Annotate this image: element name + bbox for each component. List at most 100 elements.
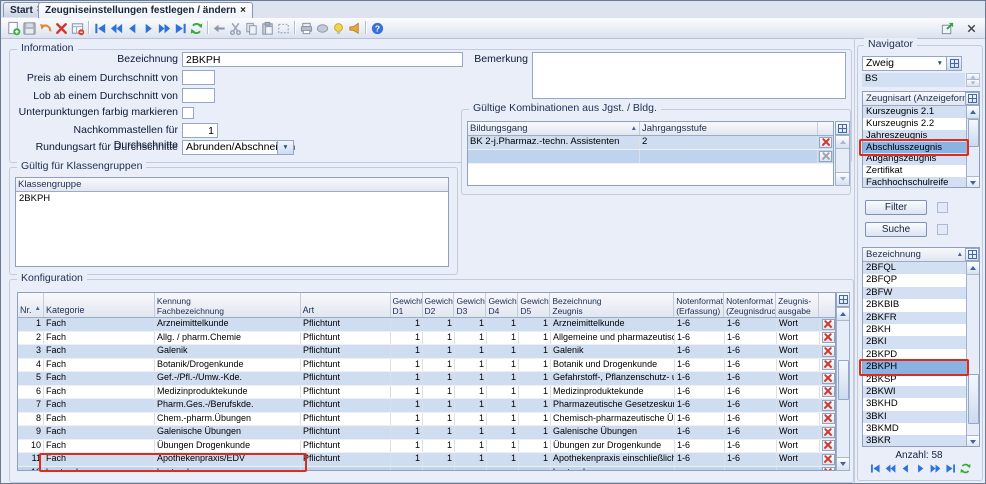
nachkomma-input[interactable] [182,123,218,138]
table-row[interactable]: 10 Fach Übungen Drogenkunde Pflichtunt 1… [18,440,835,454]
close-panel-button[interactable] [963,20,979,36]
hint-button[interactable] [330,20,346,36]
list-item[interactable]: Abgangszeugnis [863,153,967,165]
table-row[interactable]: 3 Fach Galenik Pflichtunt 1 1 1 1 1 Gale… [18,345,835,359]
nav-back-button[interactable] [899,462,912,478]
bezeichnung-column-header[interactable]: Bezeichnung [866,249,921,260]
delete-row-button[interactable] [822,467,835,471]
table-row[interactable]: 5 Fach Gef.-/Pfl.-/Umw.-Kde. Pflichtunt … [18,372,835,386]
delete-row-button[interactable] [819,151,832,162]
cut-button[interactable] [227,20,243,36]
nav-last-button[interactable] [944,462,957,478]
tab-zeugniseinstellungen[interactable]: Zeugniseinstellungen festlegen / ändern … [38,2,253,18]
grid-settings-button[interactable] [947,56,962,71]
list-item[interactable]: Fachhochschulreife [863,177,967,188]
kombinationen-scrollbar[interactable] [835,135,850,186]
gewicht-d1-column-header[interactable]: GewichtD1 [391,293,423,317]
print-button[interactable] [298,20,314,36]
detach-window-button[interactable] [939,20,955,36]
zeugnisausgabe-column-header[interactable]: Zeugnis-ausgabe [776,293,819,317]
edit-dataset-button[interactable] [69,20,85,36]
list-item[interactable]: 2BFQL [863,262,968,274]
nav-first-button[interactable] [869,462,882,478]
table-row[interactable] [468,150,833,164]
zeugnisart-scrollbar[interactable] [966,106,979,188]
list-item[interactable]: Zertifikat [863,165,967,177]
table-row[interactable]: 12 bestanden bestanden bestanden [18,467,835,472]
scrollbar-thumb[interactable] [968,374,979,424]
grid-settings-button[interactable] [836,292,850,307]
table-row[interactable]: 2 Fach Allg. / pharm.Chemie Pflichtunt 1… [18,332,835,346]
list-item[interactable]: Kurszeugnis 2.2 [863,118,967,130]
list-item[interactable]: 3BKI [863,411,968,423]
delete-button[interactable] [53,20,69,36]
scrollbar-thumb[interactable] [968,119,979,147]
nav-first-button[interactable] [92,20,108,36]
list-item[interactable]: 2BKPD [863,349,968,361]
table-row[interactable]: 8 Fach Chem.-pharm.Übungen Pflichtunt 1 … [18,413,835,427]
list-item[interactable]: 2BKSP [863,374,968,386]
preis-input[interactable] [182,70,215,85]
suche-checkbox[interactable] [937,224,948,235]
table-row[interactable]: BK 2-j.Pharmaz.-techn. Assistenten 2 [468,136,833,150]
nav-last-button[interactable] [172,20,188,36]
undo-button[interactable] [37,20,53,36]
gewicht-d3-column-header[interactable]: GewichtD3 [454,293,486,317]
new-record-button[interactable] [5,20,21,36]
delete-row-button[interactable] [822,400,835,411]
gewicht-d5-column-header[interactable]: GewichtD5 [518,293,550,317]
suche-button[interactable]: Suche [865,222,927,237]
list-item[interactable]: 2BKH [863,324,968,336]
delete-row-button[interactable] [822,319,835,330]
table-row[interactable]: 6 Fach Medizinproduktekunde Pflichtunt 1… [18,386,835,400]
list-item[interactable]: BS [862,73,965,87]
list-item[interactable]: 2BFW [863,287,968,299]
nav-fast-forward-button[interactable] [156,20,172,36]
delete-row-button[interactable] [822,440,835,451]
list-item[interactable]: Jahreszeugnis [863,130,967,142]
delete-row-button[interactable] [822,386,835,397]
delete-row-button[interactable] [822,373,835,384]
delete-row-button[interactable] [822,346,835,357]
list-item[interactable]: 2BKBIB [863,299,968,311]
grid-settings-button[interactable] [965,92,979,105]
select-region-button[interactable] [275,20,291,36]
bildungsgang-column-header[interactable]: Bildungsgang ▲ [468,122,640,135]
klassengruppe-column-header[interactable]: Klassengruppe [16,179,448,190]
gewicht-d2-column-header[interactable]: GewichtD2 [423,293,455,317]
refresh-button[interactable] [188,20,204,36]
nav-fast-back-button[interactable] [108,20,124,36]
bezeichnung-scrollbar[interactable] [966,262,979,447]
lob-input[interactable] [182,88,215,103]
nav-forward-button[interactable] [914,462,927,478]
scroll-down-button[interactable] [837,457,849,470]
delete-row-button[interactable] [822,359,835,370]
zeugnisart-column-header[interactable]: Zeugnisart (Anzeigeform) [866,93,965,104]
list-item[interactable]: 2BKI [863,336,968,348]
go-back-button[interactable] [211,20,227,36]
delete-row-button[interactable] [822,413,835,424]
scroll-down-button[interactable] [836,172,849,185]
list-item[interactable]: Kurszeugnis 2.1 [863,106,967,118]
table-row[interactable]: 4 Fach Botanik/Drogenkunde Pflichtunt 1 … [18,359,835,373]
list-item[interactable]: Abschlusszeugnis [863,142,967,154]
scroll-up-button[interactable] [967,106,979,119]
preview-button[interactable] [314,20,330,36]
save-button[interactable] [21,20,37,36]
refresh-button[interactable] [959,462,972,478]
table-row[interactable]: 7 Fach Pharm.Ges.-/Berufskde. Pflichtunt… [18,399,835,413]
delete-row-button[interactable] [822,454,835,465]
scroll-down-button[interactable] [967,435,979,447]
bezeichnung-zeugnis-column-header[interactable]: BezeichnungZeugnis [550,293,674,317]
scroll-down-button[interactable] [967,79,979,86]
help-button[interactable]: ? [369,20,385,36]
scroll-up-button[interactable] [837,308,849,321]
nav-fast-back-button[interactable] [884,462,897,478]
unterpunktungen-checkbox[interactable] [182,107,194,119]
delete-row-button[interactable] [822,427,835,438]
list-item[interactable]: 3BKR [863,435,968,447]
konfiguration-scrollbar[interactable] [836,307,850,471]
notenformat-erfassung-column-header[interactable]: Notenformat(Erfassung) [674,293,724,317]
nr-column-header[interactable]: Nr.▲ [18,293,44,317]
delete-row-button[interactable] [822,332,835,343]
